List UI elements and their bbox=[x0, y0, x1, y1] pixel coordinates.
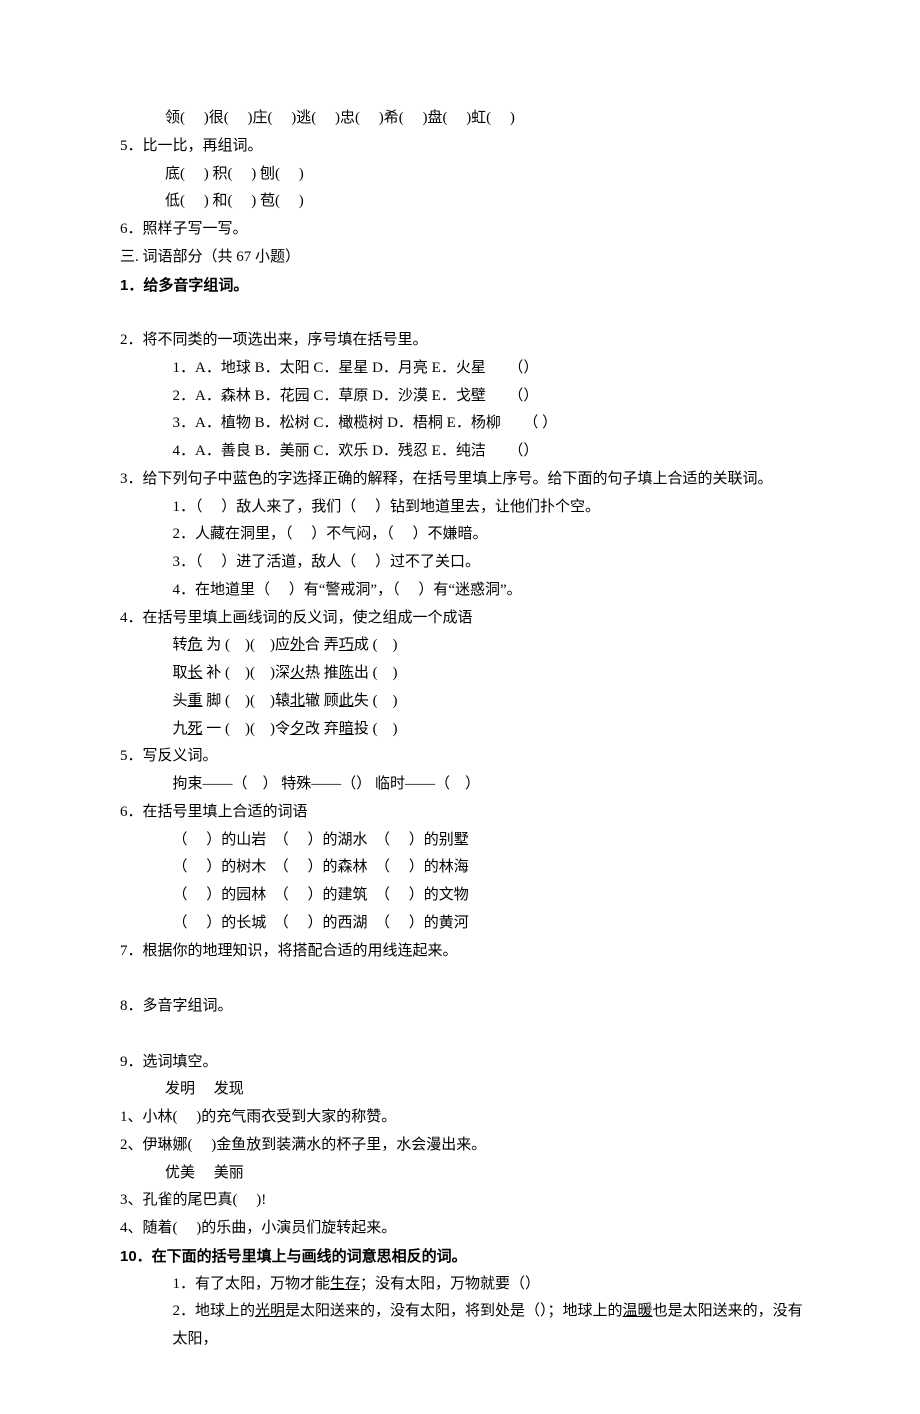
underlined-word: 温暖 bbox=[623, 1303, 653, 1319]
w2-opt-4: 4．A．善良 B．美丽 C．欢乐 D．残忍 E．纯洁 （） bbox=[120, 438, 805, 466]
section-3-heading: 三. 词语部分（共 67 小题） bbox=[120, 244, 805, 272]
w2-opt-2: 2．A．森林 B．花园 C．草原 D．沙漠 E．戈壁 （） bbox=[120, 383, 805, 411]
w9-title: 9．选词填空。 bbox=[120, 1049, 805, 1077]
w2-opt-1: 1．A．地球 B．太阳 C．星星 D．月亮 E．火星 （） bbox=[120, 355, 805, 383]
text: 失 ( ) bbox=[354, 693, 398, 709]
text: 出 ( ) bbox=[354, 665, 398, 681]
w6-row-1: （ ）的山岩 （ ）的湖水 （ ）的别墅 bbox=[120, 827, 805, 855]
w8-title: 8．多音字组词。 bbox=[120, 993, 805, 1021]
text: 为 ( )( )应 bbox=[203, 637, 290, 653]
w4-row-2: 取长 补 ( )( )深火热 推陈出 ( ) bbox=[120, 660, 805, 688]
w10-sent-2: 2．地球上的光明是太阳送来的，没有太阳，将到处是（）；地球上的温暖也是太阳送来的… bbox=[120, 1298, 805, 1354]
w2-title: 2．将不同类的一项选出来，序号填在括号里。 bbox=[120, 327, 805, 355]
w4-row-4: 九死 一 ( )( )令夕改 弃暗投 ( ) bbox=[120, 716, 805, 744]
q6-title: 6．照样子写一写。 bbox=[120, 216, 805, 244]
text: 成 ( ) bbox=[354, 637, 398, 653]
w9-wordgroup-2: 优美 美丽 bbox=[120, 1160, 805, 1188]
w9-sent-3: 3、孔雀的尾巴真( )! bbox=[120, 1187, 805, 1215]
text: 转 bbox=[173, 637, 188, 653]
underlined-word: 陈 bbox=[339, 665, 354, 681]
w4-row-3: 头重 脚 ( )( )辕北辙 顾此失 ( ) bbox=[120, 688, 805, 716]
w9-wordgroup-1: 发明 发现 bbox=[120, 1076, 805, 1104]
underlined-word: 外 bbox=[290, 637, 305, 653]
text: 补 ( )( )深 bbox=[203, 665, 290, 681]
w10-sent-1: 1．有了太阳，万物才能生存；没有太阳，万物就要（） bbox=[120, 1271, 805, 1299]
w2-opt-3: 3．A．植物 B．松树 C．橄榄树 D．梧桐 E．杨柳 （ ） bbox=[120, 410, 805, 438]
w3-sent-1: 1．（ ）敌人来了，我们（ ）钻到地道里去，让他们扑个空。 bbox=[120, 494, 805, 522]
underlined-word: 火 bbox=[290, 665, 305, 681]
underlined-word: 光明 bbox=[255, 1303, 285, 1319]
w6-row-3: （ ）的园林 （ ）的建筑 （ ）的文物 bbox=[120, 882, 805, 910]
text: 一 ( )( )令 bbox=[203, 721, 290, 737]
w9-sent-1: 1、小林( )的充气雨衣受到大家的称赞。 bbox=[120, 1104, 805, 1132]
text: ；没有太阳，万物就要（） bbox=[360, 1276, 540, 1292]
underlined-word: 生存 bbox=[330, 1276, 360, 1292]
w1-title: 1．给多音字组词。 bbox=[120, 272, 805, 300]
w3-title: 3．给下列句子中蓝色的字选择正确的解释，在括号里填上序号。给下面的句子填上合适的… bbox=[120, 466, 805, 494]
text: 取 bbox=[173, 665, 188, 681]
text: 辙 顾 bbox=[305, 693, 339, 709]
underlined-word: 重 bbox=[188, 693, 203, 709]
w5-row: 拘束——（ ） 特殊——（） 临时——（ ） bbox=[120, 771, 805, 799]
w3-sent-2: 2．人藏在洞里，（ ）不气闷，（ ）不嫌暗。 bbox=[120, 521, 805, 549]
w4-row-1: 转危 为 ( )( )应外合 弄巧成 ( ) bbox=[120, 632, 805, 660]
text: 2．地球上的 bbox=[173, 1303, 256, 1319]
q5-row-b: 低( ) 和( ) 苞( ) bbox=[120, 188, 805, 216]
underlined-word: 暗 bbox=[339, 721, 354, 737]
w9-sent-2: 2、伊琳娜( )金鱼放到装满水的杯子里，水会漫出来。 bbox=[120, 1132, 805, 1160]
text: 合 弄 bbox=[305, 637, 339, 653]
w9-sent-4: 4、随着( )的乐曲，小演员们旋转起来。 bbox=[120, 1215, 805, 1243]
w3-sent-3: 3．（ ）进了活道，敌人（ ）过不了关口。 bbox=[120, 549, 805, 577]
underlined-word: 危 bbox=[188, 637, 203, 653]
w7-title: 7．根据你的地理知识，将搭配合适的用线连起来。 bbox=[120, 938, 805, 966]
underlined-word: 夕 bbox=[290, 721, 305, 737]
text: 头 bbox=[173, 693, 188, 709]
underlined-word: 长 bbox=[188, 665, 203, 681]
fill-blank-line: 领( )很( )庄( )逃( )忠( )希( )盘( )虹( ) bbox=[120, 105, 805, 133]
underlined-word: 巧 bbox=[339, 637, 354, 653]
w6-title: 6．在括号里填上合适的词语 bbox=[120, 799, 805, 827]
q5-title: 5．比一比，再组词。 bbox=[120, 133, 805, 161]
text: 热 推 bbox=[305, 665, 339, 681]
text: 九 bbox=[173, 721, 188, 737]
text: 是太阳送来的，没有太阳，将到处是（）；地球上的 bbox=[285, 1303, 623, 1319]
underlined-word: 死 bbox=[188, 721, 203, 737]
w10-title: 10．在下面的括号里填上与画线的词意思相反的词。 bbox=[120, 1243, 805, 1271]
w3-sent-4: 4．在地道里（ ）有“警戒洞”，（ ）有“迷惑洞”。 bbox=[120, 577, 805, 605]
text: 脚 ( )( )辕 bbox=[203, 693, 290, 709]
text: 1．有了太阳，万物才能 bbox=[173, 1276, 331, 1292]
document-page: 领( )很( )庄( )逃( )忠( )希( )盘( )虹( ) 5．比一比，再… bbox=[0, 0, 920, 1414]
w5-title: 5．写反义词。 bbox=[120, 743, 805, 771]
w6-row-4: （ ）的长城 （ ）的西湖 （ ）的黄河 bbox=[120, 910, 805, 938]
text: 投 ( ) bbox=[354, 721, 398, 737]
w6-row-2: （ ）的树木 （ ）的森林 （ ）的林海 bbox=[120, 854, 805, 882]
underlined-word: 北 bbox=[290, 693, 305, 709]
text: 改 弃 bbox=[305, 721, 339, 737]
q5-row-a: 底( ) 积( ) 刨( ) bbox=[120, 161, 805, 189]
underlined-word: 此 bbox=[339, 693, 354, 709]
w4-title: 4．在括号里填上画线词的反义词，使之组成一个成语 bbox=[120, 605, 805, 633]
